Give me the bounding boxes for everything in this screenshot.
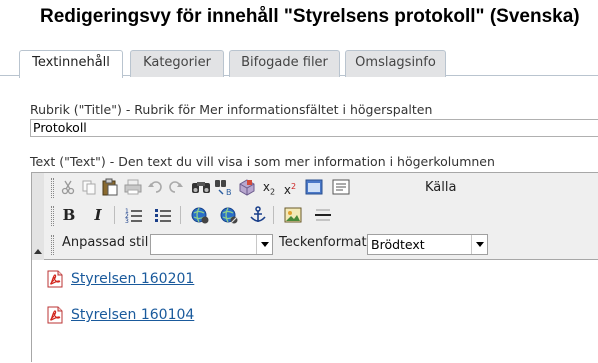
horizontal-line-icon[interactable]: [312, 204, 334, 226]
paste-icon[interactable]: [99, 176, 121, 198]
source-icon[interactable]: [330, 176, 352, 198]
toolbar-collapse-strip[interactable]: [32, 173, 44, 260]
pdf-icon: [47, 306, 63, 324]
file-link[interactable]: Styrelsen 160104: [71, 307, 194, 323]
link-icon[interactable]: [189, 204, 211, 226]
toolbar-grip[interactable]: [51, 178, 54, 198]
copy-icon[interactable]: [78, 176, 100, 198]
anchor-icon[interactable]: [247, 204, 269, 226]
rubrik-input[interactable]: Protokoll: [30, 119, 598, 137]
italic-button[interactable]: I: [87, 204, 109, 226]
subscript-icon[interactable]: x2: [258, 176, 280, 203]
select-all-icon[interactable]: [236, 176, 258, 198]
file-link[interactable]: Styrelsen 160201: [71, 271, 194, 287]
unlink-icon[interactable]: [218, 204, 240, 226]
chevron-down-icon[interactable]: [471, 235, 487, 254]
image-icon[interactable]: [282, 204, 304, 226]
toolbar-grip[interactable]: [51, 235, 54, 255]
rubrik-label: Rubrik ("Title") - Rubrik för Mer inform…: [30, 102, 433, 117]
collapse-arrow-icon[interactable]: [34, 249, 42, 254]
bulleted-list-icon[interactable]: [152, 204, 174, 226]
svg-text:3: 3: [125, 218, 129, 223]
toolbar-separator: [180, 206, 181, 224]
source-button-label[interactable]: Källa: [425, 177, 456, 199]
format-select[interactable]: Brödtext: [367, 234, 488, 255]
replace-icon[interactable]: B: [213, 176, 235, 198]
redo-icon[interactable]: [165, 176, 187, 198]
pdf-icon: [47, 270, 63, 288]
file-link-item[interactable]: Styrelsen 160104: [47, 306, 194, 324]
print-icon[interactable]: [122, 176, 144, 198]
svg-text:B: B: [226, 188, 232, 196]
tab-textinnehall[interactable]: Textinnehåll: [19, 50, 123, 78]
toolbar-grip[interactable]: [51, 206, 54, 226]
file-link-item[interactable]: Styrelsen 160201: [47, 270, 194, 288]
numbered-list-icon[interactable]: 123: [123, 204, 145, 226]
format-label: Teckenformat: [279, 235, 367, 250]
page-title: Redigeringsvy för innehåll "Styrelsens p…: [40, 6, 580, 27]
superscript-icon[interactable]: x2: [279, 176, 301, 201]
cut-icon[interactable]: [57, 176, 79, 198]
toolbar-separator: [114, 206, 115, 224]
toolbar-separator: [273, 206, 274, 224]
bold-button[interactable]: B: [58, 204, 80, 226]
tab-kategorier[interactable]: Kategorier: [130, 50, 224, 77]
text-label: Text ("Text") - Den text du vill visa i …: [30, 154, 495, 169]
tab-omslagsinfo[interactable]: Omslagsinfo: [345, 50, 446, 77]
format-select-value: Brödtext: [371, 237, 425, 252]
tab-bifogade-filer[interactable]: Bifogade filer: [229, 50, 340, 77]
editor-toolbar: B x2 x2 Källa B I 123 Anpassad stil Teck…: [32, 173, 598, 260]
style-select[interactable]: [150, 234, 273, 255]
rich-text-editor: B x2 x2 Källa B I 123 Anpassad stil Teck…: [31, 172, 598, 363]
editor-content[interactable]: Styrelsen 160201 Styrelsen 160104: [32, 261, 598, 363]
tab-bar: Textinnehåll Kategorier Bifogade filer O…: [0, 46, 598, 78]
undo-icon[interactable]: [144, 176, 166, 198]
chevron-down-icon[interactable]: [256, 235, 272, 254]
style-label: Anpassad stil: [62, 235, 149, 250]
find-icon[interactable]: [190, 176, 212, 198]
maximize-icon[interactable]: [303, 176, 325, 198]
